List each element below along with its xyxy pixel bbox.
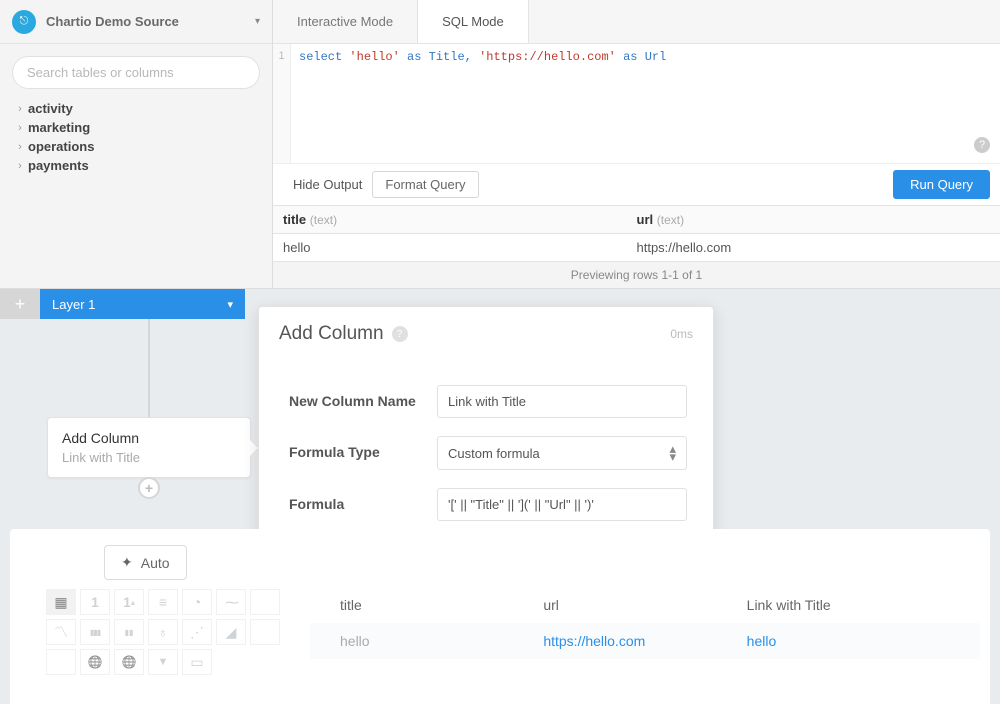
label-formula: Formula bbox=[289, 488, 437, 521]
top-section: ⎋ Chartio Demo Source ▾ › activity › mar… bbox=[0, 0, 1000, 289]
tree-item-payments[interactable]: › payments bbox=[8, 156, 264, 175]
schema-tree: › activity › marketing › operations › pa… bbox=[0, 99, 272, 175]
layer-tab[interactable]: Layer 1 ▾ bbox=[40, 289, 245, 319]
editor-tabs: Interactive Mode SQL Mode bbox=[273, 0, 1000, 44]
data-source-picker[interactable]: ⎋ Chartio Demo Source ▾ bbox=[0, 0, 272, 44]
chevron-right-icon: › bbox=[14, 103, 26, 115]
select-value: Custom formula bbox=[448, 446, 540, 461]
search-input[interactable] bbox=[27, 65, 245, 80]
label-new-column: New Column Name bbox=[289, 385, 437, 418]
input-new-column-name[interactable] bbox=[437, 385, 687, 418]
auto-label: Auto bbox=[141, 555, 170, 571]
sql-code-area[interactable]: 1 select 'hello' as Title, 'https://hell… bbox=[273, 44, 1000, 163]
input-formula[interactable]: '[' || "Title" || '](' || "Url" || ')' bbox=[437, 488, 687, 521]
query-editor: Interactive Mode SQL Mode 1 select 'hell… bbox=[273, 0, 1000, 289]
tree-item-activity[interactable]: › activity bbox=[8, 99, 264, 118]
sql-line: select 'hello' as Title, 'https://hello.… bbox=[273, 44, 1000, 64]
chart-type-map[interactable] bbox=[80, 649, 110, 675]
schema-sidebar: ⎋ Chartio Demo Source ▾ › activity › mar… bbox=[0, 0, 273, 289]
chart-type-table[interactable] bbox=[46, 589, 76, 615]
preview-footer: Previewing rows 1-1 of 1 bbox=[273, 261, 1000, 288]
chevron-down-icon: ▾ bbox=[227, 298, 233, 311]
output-header: title url Link with Title bbox=[310, 587, 980, 623]
chart-type-pie[interactable] bbox=[182, 589, 212, 615]
output-panel: ✦ Auto title u bbox=[10, 529, 990, 704]
add-column-node[interactable]: Add Column Link with Title bbox=[47, 417, 251, 478]
tab-sql[interactable]: SQL Mode bbox=[418, 0, 529, 43]
row-formula-type: Formula Type Custom formula ▴▾ bbox=[289, 436, 693, 470]
hide-output-button[interactable]: Hide Output bbox=[283, 171, 372, 198]
source-logo-icon: ⎋ bbox=[12, 10, 36, 34]
chart-type-area[interactable] bbox=[216, 619, 246, 645]
col-url: url (text) bbox=[637, 212, 991, 227]
chart-type-single-delta[interactable] bbox=[114, 589, 144, 615]
select-formula-type[interactable]: Custom formula ▴▾ bbox=[437, 436, 687, 470]
chart-type-blank2[interactable] bbox=[250, 619, 280, 645]
result-header: title (text) url (text) bbox=[273, 205, 1000, 234]
search-box[interactable] bbox=[12, 56, 260, 89]
row-new-column-name: New Column Name bbox=[289, 385, 693, 418]
chart-type-bar-stacked[interactable] bbox=[114, 619, 144, 645]
chevron-right-icon: › bbox=[14, 122, 26, 134]
node-subtitle: Link with Title bbox=[62, 450, 236, 465]
output-row: hello https://hello.com hello bbox=[310, 623, 980, 659]
caret-down-icon: ▾ bbox=[255, 16, 260, 27]
out-col-url: url bbox=[543, 597, 746, 613]
tree-item-operations[interactable]: › operations bbox=[8, 137, 264, 156]
chart-type-bubble[interactable] bbox=[148, 619, 178, 645]
chart-type-grid bbox=[46, 589, 280, 675]
result-row: hello https://hello.com bbox=[273, 234, 1000, 261]
dialog-timing: 0ms bbox=[670, 327, 693, 341]
add-step-button[interactable]: + bbox=[138, 477, 160, 499]
chart-type-blank[interactable] bbox=[250, 589, 280, 615]
chart-type-sparkline[interactable] bbox=[216, 589, 246, 615]
col-title: title (text) bbox=[283, 212, 637, 227]
tree-label: activity bbox=[28, 101, 73, 116]
cell-title: hello bbox=[283, 240, 637, 255]
chart-type-map-2[interactable] bbox=[114, 649, 144, 675]
out-cell-title: hello bbox=[340, 633, 543, 649]
auto-chart-button[interactable]: ✦ Auto bbox=[104, 545, 187, 580]
node-title: Add Column bbox=[62, 430, 236, 446]
dialog-header: Add Column ? 0ms bbox=[259, 307, 713, 355]
out-col-link: Link with Title bbox=[747, 597, 950, 613]
chart-type-line[interactable] bbox=[46, 619, 76, 645]
tree-label: payments bbox=[28, 158, 89, 173]
dialog-title: Add Column bbox=[279, 323, 384, 345]
chart-type-bar-horizontal[interactable] bbox=[148, 589, 178, 615]
chart-type-funnel[interactable] bbox=[148, 649, 178, 675]
chevron-right-icon: › bbox=[14, 141, 26, 153]
tab-interactive[interactable]: Interactive Mode bbox=[273, 0, 418, 43]
pipeline-canvas: Add Column Link with Title + Add Column … bbox=[0, 319, 1000, 685]
chart-type-scatter[interactable] bbox=[182, 619, 212, 645]
magic-wand-icon: ✦ bbox=[121, 554, 133, 571]
label-formula-type: Formula Type bbox=[289, 436, 437, 470]
chevron-right-icon: › bbox=[14, 160, 26, 172]
run-query-button[interactable]: Run Query bbox=[893, 170, 990, 199]
add-layer-button[interactable]: + bbox=[0, 289, 40, 319]
tree-item-marketing[interactable]: › marketing bbox=[8, 118, 264, 137]
tree-label: operations bbox=[28, 139, 94, 154]
chart-type-single-value[interactable] bbox=[80, 589, 110, 615]
output-table: title url Link with Title hello https://… bbox=[310, 587, 980, 659]
select-caret-icon: ▴▾ bbox=[669, 445, 676, 461]
line-gutter: 1 bbox=[273, 44, 291, 163]
layer-label: Layer 1 bbox=[52, 297, 95, 312]
format-query-button[interactable]: Format Query bbox=[372, 171, 478, 198]
help-icon[interactable]: ? bbox=[974, 137, 990, 153]
row-formula: Formula '[' || "Title" || '](' || "Url" … bbox=[289, 488, 693, 521]
cell-url: https://hello.com bbox=[637, 240, 991, 255]
out-cell-link[interactable]: hello bbox=[747, 633, 950, 649]
help-icon[interactable]: ? bbox=[392, 326, 408, 342]
source-name: Chartio Demo Source bbox=[46, 14, 255, 29]
chart-type-image[interactable] bbox=[182, 649, 212, 675]
out-cell-url[interactable]: https://hello.com bbox=[543, 633, 746, 649]
query-actions: Hide Output Format Query Run Query bbox=[273, 163, 1000, 205]
chart-type-bar[interactable] bbox=[80, 619, 110, 645]
out-col-title: title bbox=[340, 597, 543, 613]
tree-label: marketing bbox=[28, 120, 90, 135]
dialog-form: New Column Name Formula Type Custom form… bbox=[259, 355, 713, 543]
chart-type-empty[interactable] bbox=[46, 649, 76, 675]
